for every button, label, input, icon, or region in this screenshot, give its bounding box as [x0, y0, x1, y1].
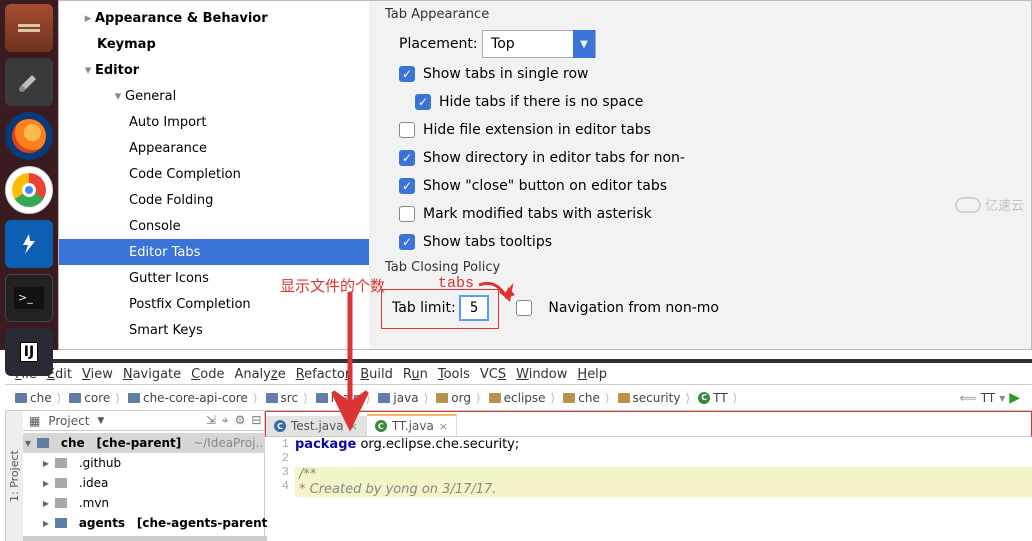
menu-window[interactable]: Window: [516, 367, 567, 382]
run-config-label[interactable]: TT: [981, 391, 995, 405]
nav-postfix[interactable]: Postfix Completion: [129, 297, 251, 312]
editor-tabs-highlight: CTest.java× CTT.java×: [265, 411, 1032, 437]
tab-closing-title: Tab Closing Policy: [385, 260, 1019, 275]
settings-content: Tab Appearance Placement: Top ▼ Show tab…: [369, 1, 1031, 349]
run-back-icon[interactable]: ⟸: [960, 391, 977, 405]
terminal-launcher-icon[interactable]: >_: [5, 274, 53, 322]
crumb-core: core: [65, 391, 124, 405]
nav-colors-fonts[interactable]: Colors & Fonts: [125, 349, 232, 350]
crumb-che: che: [11, 391, 65, 405]
tab-tt-java[interactable]: CTT.java×: [367, 414, 457, 436]
project-toolbar: ▦Project▼ ⇲ ⌖ ⚙ ⊟: [23, 411, 267, 431]
menu-help[interactable]: Help: [577, 367, 607, 382]
annotation-arrow-curve: [475, 281, 525, 311]
cb-single-row[interactable]: [399, 66, 415, 82]
cb-hide-no-space[interactable]: [415, 94, 431, 110]
nav-gutter-icons[interactable]: Gutter Icons: [129, 271, 209, 286]
tab-appearance-title: Tab Appearance: [385, 7, 1019, 22]
menu-analyze[interactable]: Analyze: [234, 367, 285, 382]
annotation-text-2: tabs: [438, 275, 474, 292]
ide-menubar[interactable]: File Edit View Navigate Code Analyze Ref…: [5, 365, 1032, 385]
crumb-che2: che: [559, 391, 613, 405]
annotation-arrow-down: [325, 292, 375, 432]
menu-navigate[interactable]: Navigate: [123, 367, 181, 382]
breadcrumb[interactable]: che core che-core-api-core src main java…: [5, 385, 1032, 411]
crumb-api-core: che-core-api-core: [124, 391, 262, 405]
menu-view[interactable]: View: [82, 367, 113, 382]
settings-dialog: ▸Appearance & Behavior Keymap ▾Editor ▾G…: [58, 0, 1032, 350]
nav-editor[interactable]: Editor: [95, 63, 139, 78]
ubuntu-launcher: >_ IJ: [0, 0, 58, 350]
cb-show-close[interactable]: [399, 178, 415, 194]
run-button-icon[interactable]: ▶: [1009, 390, 1020, 406]
menu-run[interactable]: Run: [403, 367, 428, 382]
crumb-class: CTT: [694, 391, 741, 405]
tab-limit-label: Tab limit:: [392, 300, 456, 316]
project-tree[interactable]: ▾ che [che-parent] ~/IdeaProj… ▸ .github…: [23, 431, 267, 535]
nav-appearance-item[interactable]: Appearance: [129, 141, 207, 156]
editor-area[interactable]: 1234 package org.eclipse.che.security; /…: [265, 437, 1032, 497]
cb-mark-mod[interactable]: [399, 206, 415, 222]
crumb-security: security: [614, 391, 695, 405]
nav-appearance-behavior[interactable]: Appearance & Behavior: [95, 11, 268, 26]
nav-code-completion[interactable]: Code Completion: [129, 167, 241, 182]
firefox-launcher-icon[interactable]: [5, 112, 53, 160]
crumb-src: src: [262, 391, 312, 405]
crumb-java: java: [374, 391, 432, 405]
target-icon[interactable]: ⌖: [222, 413, 229, 428]
cb-tooltips[interactable]: [399, 234, 415, 250]
hide-icon[interactable]: ⊟: [251, 413, 261, 428]
crumb-org: org: [432, 391, 484, 405]
menu-tools[interactable]: Tools: [438, 367, 470, 382]
nav-editor-tabs[interactable]: Editor Tabs: [129, 245, 200, 260]
close-icon[interactable]: ×: [439, 420, 448, 433]
scrollbar[interactable]: [23, 536, 267, 541]
nav-general[interactable]: General: [125, 89, 176, 104]
chrome-launcher-icon[interactable]: [5, 166, 53, 214]
intellij-launcher-icon[interactable]: IJ: [5, 328, 53, 376]
cb-hide-ext[interactable]: [399, 122, 415, 138]
crumb-eclipse: eclipse: [485, 391, 560, 405]
nav-console[interactable]: Console: [129, 219, 181, 234]
ide-window: File Edit View Navigate Code Analyze Ref…: [5, 359, 1032, 529]
menu-vcs[interactable]: VCS: [480, 367, 506, 382]
project-toolwindow-tab[interactable]: 1: Project: [5, 411, 23, 541]
nav-keymap[interactable]: Keymap: [97, 37, 156, 52]
gutter: 1234: [265, 437, 295, 497]
menu-code[interactable]: Code: [191, 367, 224, 382]
files-launcher-icon[interactable]: [5, 4, 53, 52]
chevron-down-icon: ▼: [573, 30, 595, 58]
project-view-selector[interactable]: Project: [48, 414, 89, 428]
collapse-icon[interactable]: ⇲: [206, 413, 216, 428]
nav-auto-import[interactable]: Auto Import: [129, 115, 206, 130]
settings-tree[interactable]: ▸Appearance & Behavior Keymap ▾Editor ▾G…: [59, 1, 369, 349]
nav-smart-keys[interactable]: Smart Keys: [129, 323, 203, 338]
placement-label: Placement:: [399, 36, 478, 52]
svg-text:>_: >_: [18, 291, 33, 304]
app-launcher-icon[interactable]: [5, 220, 53, 268]
cb-show-dir[interactable]: [399, 150, 415, 166]
nav-code-folding[interactable]: Code Folding: [129, 193, 213, 208]
settings-launcher-icon[interactable]: [5, 58, 53, 106]
placement-select[interactable]: Top ▼: [482, 30, 596, 58]
settings-gear-icon[interactable]: ⚙: [235, 413, 246, 428]
